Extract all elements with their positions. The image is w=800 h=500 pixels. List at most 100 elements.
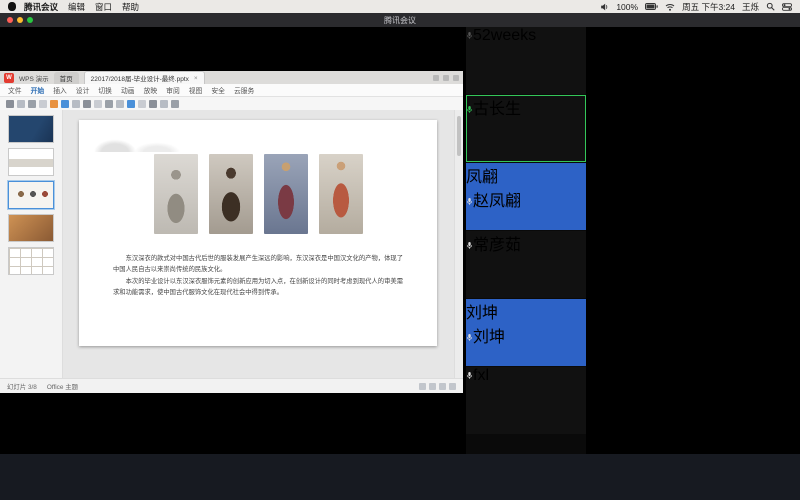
toolbar-icon[interactable] xyxy=(6,100,14,108)
slide-body-text: 东汉深衣的款式对中国古代后世的服装发展产生深远的影响，东汉深衣是中国汉文化的产物… xyxy=(113,254,403,301)
mic-icon xyxy=(466,197,473,206)
video-tile[interactable]: 常彦茹 xyxy=(466,231,586,298)
wps-menu-item[interactable]: 安全 xyxy=(211,85,225,95)
minimize-window-button[interactable] xyxy=(17,17,23,23)
wps-menu-item[interactable]: 审阅 xyxy=(166,85,180,95)
window-title: 腾讯会议 xyxy=(384,15,416,26)
spotlight-search-icon[interactable] xyxy=(766,2,775,11)
slide-counter: 幻灯片 3/8 xyxy=(7,382,37,391)
wps-menu-item[interactable]: 动画 xyxy=(121,85,135,95)
video-center-name: 刘坤 xyxy=(466,299,586,323)
toolbar-icon[interactable] xyxy=(83,100,91,108)
toolbar-icon[interactable] xyxy=(61,100,69,108)
video-name-label: fxl xyxy=(466,367,489,384)
video-center-name: 凤翩 xyxy=(466,163,586,187)
video-tile[interactable]: fxl xyxy=(466,367,586,434)
slide-image-figurine-4 xyxy=(319,154,363,234)
desktop: 腾讯会议编辑窗口帮助 100% 周五 下午3:24 王烁 腾讯会议 xyxy=(0,0,800,500)
video-name-label: 常彦茹 xyxy=(466,237,521,254)
control-center-icon[interactable] xyxy=(782,3,792,11)
slide-thumbnail[interactable] xyxy=(8,247,54,275)
slide-image-figurine-1 xyxy=(154,154,198,234)
slide-thumbnail-selected[interactable] xyxy=(8,181,54,209)
wps-brand: WPS 演示 xyxy=(19,73,49,83)
video-name-label: 古长生 xyxy=(466,101,521,118)
wps-logo-icon: W xyxy=(4,73,14,83)
video-tile[interactable]: 52weeks xyxy=(466,27,586,94)
wps-menu-item[interactable]: 切换 xyxy=(98,85,112,95)
wps-window-controls[interactable] xyxy=(433,75,459,81)
toolbar-icon[interactable] xyxy=(171,100,179,108)
mic-icon xyxy=(466,333,473,342)
wps-document-name: 22017/2018届-毕业设计-最终.pptx xyxy=(91,73,189,83)
mic-icon xyxy=(466,371,473,380)
toolbar-icon[interactable] xyxy=(127,100,135,108)
wps-menu-item[interactable]: 开始 xyxy=(31,85,45,95)
slide-thumbnail[interactable] xyxy=(8,214,54,242)
wps-menu-item[interactable]: 设计 xyxy=(76,85,90,95)
wps-presentation-window: W WPS 演示 首页 22017/2018届-毕业设计-最终.pptx × 文… xyxy=(0,71,463,393)
canvas-scrollbar[interactable] xyxy=(454,110,463,379)
slide-thumbnail[interactable] xyxy=(8,148,54,176)
volume-icon[interactable] xyxy=(600,3,609,11)
toolbar-icon[interactable] xyxy=(17,100,25,108)
battery-percent: 100% xyxy=(616,2,638,12)
slide-image-figurine-3 xyxy=(264,154,308,234)
slide-thumbnail-panel xyxy=(0,110,63,379)
close-tab-icon[interactable]: × xyxy=(194,75,198,82)
toolbar-icon[interactable] xyxy=(105,100,113,108)
apple-menu-icon[interactable] xyxy=(8,2,16,11)
toolbar-icon[interactable] xyxy=(94,100,102,108)
video-tile[interactable]: 凤翩赵凤翩 xyxy=(466,163,586,230)
wps-titlebar: W WPS 演示 首页 22017/2018届-毕业设计-最终.pptx × xyxy=(0,71,463,84)
slide-canvas: 东汉深衣的款式对中国古代后世的服装发展产生深远的影响，东汉深衣是中国汉文化的产物… xyxy=(63,110,454,379)
menu-bar: 腾讯会议编辑窗口帮助 100% 周五 下午3:24 王烁 xyxy=(0,0,800,13)
toolbar-icon[interactable] xyxy=(39,100,47,108)
video-name-label: 赵凤翩 xyxy=(466,193,521,210)
wps-menu-item[interactable]: 文件 xyxy=(8,85,22,95)
menubar-item[interactable]: 编辑 xyxy=(68,1,85,13)
menubar-user[interactable]: 王烁 xyxy=(742,1,759,13)
video-name-label: 52weeks xyxy=(466,27,536,44)
wps-menu-item[interactable]: 放映 xyxy=(144,85,158,95)
menubar-clock[interactable]: 周五 下午3:24 xyxy=(682,1,735,13)
wps-document-tab[interactable]: 22017/2018届-毕业设计-最终.pptx × xyxy=(84,71,205,84)
window-titlebar[interactable]: 腾讯会议 xyxy=(0,13,800,27)
current-slide: 东汉深衣的款式对中国古代后世的服装发展产生深远的影响，东汉深衣是中国汉文化的产物… xyxy=(79,120,437,346)
toolbar-icon[interactable] xyxy=(72,100,80,108)
toolbar-icon[interactable] xyxy=(50,100,58,108)
mic-icon xyxy=(466,31,473,40)
menubar-item[interactable]: 窗口 xyxy=(95,1,112,13)
menubar-item[interactable]: 腾讯会议 xyxy=(24,1,58,13)
toolbar-icon[interactable] xyxy=(116,100,124,108)
wps-menu-item[interactable]: 视图 xyxy=(189,85,203,95)
toolbar-icon[interactable] xyxy=(160,100,168,108)
wps-home-tab[interactable]: 首页 xyxy=(54,72,79,84)
video-tile[interactable]: 刘坤刘坤 xyxy=(466,299,586,366)
toolbar-icon[interactable] xyxy=(28,100,36,108)
slide-image-figurine-2 xyxy=(209,154,253,234)
wps-menu-item[interactable]: 云服务 xyxy=(234,85,254,95)
slide-paragraph-1: 东汉深衣的款式对中国古代后世的服装发展产生深远的影响，东汉深衣是中国汉文化的产物… xyxy=(113,254,403,275)
slide-paragraph-2: 本次的毕业设计以东汉深衣服饰元素的创新应用为切入点，在创新设计的同时考虑到现代人… xyxy=(113,277,403,298)
close-window-button[interactable] xyxy=(7,17,13,23)
menubar-item[interactable]: 帮助 xyxy=(122,1,139,13)
toolbar-icon[interactable] xyxy=(149,100,157,108)
zoom-window-button[interactable] xyxy=(27,17,33,23)
wps-statusbar: 幻灯片 3/8 Office 主题 xyxy=(0,378,463,393)
battery-icon xyxy=(645,3,658,10)
slide-theme: Office 主题 xyxy=(47,382,78,391)
wifi-icon[interactable] xyxy=(665,3,675,11)
mic-icon xyxy=(466,105,473,114)
wps-menu-item[interactable]: 插入 xyxy=(53,85,67,95)
menubar-items: 腾讯会议编辑窗口帮助 xyxy=(24,1,139,13)
wps-view-controls[interactable] xyxy=(419,383,456,390)
shared-screen-view: W WPS 演示 首页 22017/2018届-毕业设计-最终.pptx × 文… xyxy=(0,27,466,454)
wps-menu-row: 文件开始插入设计切换动画放映审阅视图安全云服务 xyxy=(0,84,463,97)
mic-icon xyxy=(466,241,473,250)
video-name-label: 刘坤 xyxy=(466,329,505,346)
slide-thumbnail[interactable] xyxy=(8,115,54,143)
toolbar-icon[interactable] xyxy=(138,100,146,108)
video-tile[interactable]: 古长生 xyxy=(466,95,586,162)
meeting-window: 腾讯会议 W WPS 演示 首页 22017/2018届-毕业设计-最终.ppt… xyxy=(0,13,800,454)
